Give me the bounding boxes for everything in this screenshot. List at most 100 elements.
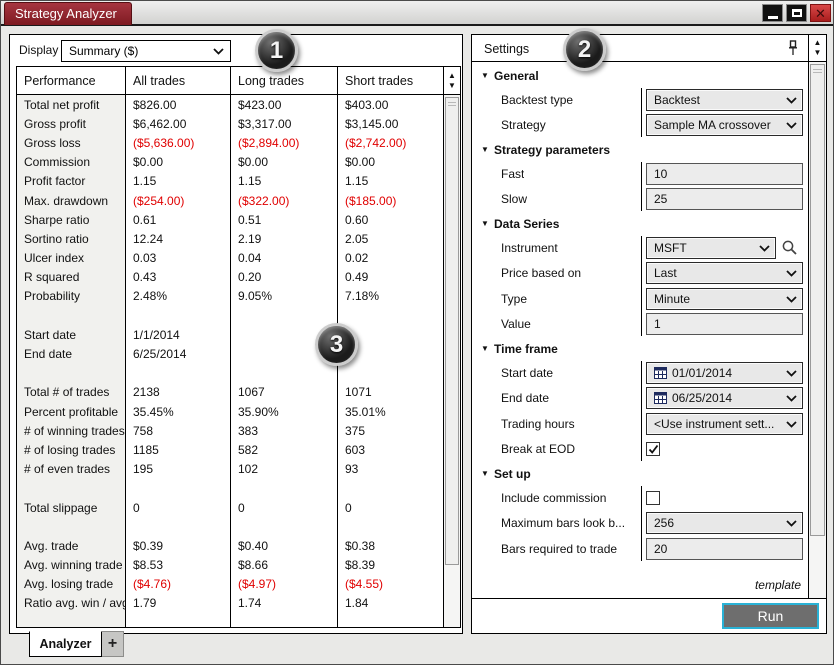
row-label: Commission <box>17 155 126 169</box>
add-tab-button[interactable]: + <box>102 631 124 657</box>
table-row-ulcer-index[interactable]: Ulcer index0.030.040.02 <box>17 249 443 268</box>
settings-scrollbar[interactable]: ▲▼ <box>808 35 826 598</box>
settings-title: Settings <box>484 42 529 56</box>
instrument-dropdown[interactable]: MSFT <box>646 237 776 259</box>
table-row-gross-profit[interactable]: Gross profit$6,462.00$3,317.00$3,145.00 <box>17 114 443 133</box>
section-header-data-series[interactable]: ▼Data Series <box>472 212 808 235</box>
table-row-commission[interactable]: Commission$0.00$0.00$0.00 <box>17 153 443 172</box>
minimize-button[interactable] <box>762 4 783 22</box>
setting-control: MSFT <box>646 237 804 259</box>
table-row-of-losing-trades[interactable]: # of losing trades1185582603 <box>17 440 443 459</box>
scroll-down-icon[interactable]: ▼ <box>448 81 456 91</box>
row-value: 0 <box>126 501 231 515</box>
template-link[interactable]: template <box>755 578 801 592</box>
dropdown-value: 256 <box>654 516 674 530</box>
dropdown-value: 06/25/2014 <box>672 391 732 405</box>
row-value: 0.49 <box>338 270 443 284</box>
table-row-avg-losing-trade[interactable]: Avg. losing trade($4.76)($4.97)($4.55) <box>17 575 443 594</box>
row-value: 2138 <box>126 385 231 399</box>
end-date-picker[interactable]: 06/25/2014 <box>646 387 803 409</box>
section-header-set-up[interactable]: ▼Set up <box>472 462 808 485</box>
price-based-on-dropdown[interactable]: Last <box>646 262 803 284</box>
table-row-sortino-ratio[interactable]: Sortino ratio12.242.192.05 <box>17 229 443 248</box>
display-dropdown[interactable]: Summary ($) <box>61 40 231 62</box>
break-at-eod-checkbox[interactable] <box>646 442 660 456</box>
table-row-start-date[interactable]: Start date1/1/2014 <box>17 325 443 344</box>
bars-required-to-trade-input[interactable] <box>646 538 803 560</box>
column-header-performance[interactable]: Performance <box>17 67 126 94</box>
table-row-total-net-profit[interactable]: Total net profit$826.00$423.00$403.00 <box>17 95 443 114</box>
row-value: ($4.55) <box>338 577 443 591</box>
table-row-gross-loss[interactable]: Gross loss($5,636.00)($2,894.00)($2,742.… <box>17 133 443 152</box>
row-value: ($4.76) <box>126 577 231 591</box>
table-row-profit-factor[interactable]: Profit factor1.151.151.15 <box>17 172 443 191</box>
setting-row-end-date: End date06/25/2014 <box>472 386 808 412</box>
table-scrollbar[interactable]: ▲▼ <box>443 67 460 627</box>
table-scrollbar-arrows[interactable]: ▲▼ <box>444 67 460 95</box>
scroll-up-icon[interactable]: ▲ <box>814 38 822 48</box>
tab-analyzer[interactable]: Analyzer <box>29 631 102 657</box>
section-header-general[interactable]: ▼General <box>472 64 808 87</box>
setting-label: Backtest type <box>501 93 573 107</box>
table-row-max-drawdown[interactable]: Max. drawdown($254.00)($322.00)($185.00) <box>17 191 443 210</box>
scroll-up-icon[interactable]: ▲ <box>448 71 456 81</box>
titlebar[interactable]: Strategy Analyzer ✕ <box>1 1 833 26</box>
fast-input[interactable] <box>646 163 803 185</box>
row-label: Avg. trade <box>17 539 126 553</box>
row-label: Max. drawdown <box>17 194 126 208</box>
settings-scrollbar-track[interactable] <box>809 62 826 598</box>
table-scrollbar-track[interactable] <box>444 95 460 627</box>
window-title: Strategy Analyzer <box>4 2 132 25</box>
row-value: 1.84 <box>338 596 443 610</box>
table-row-r-squared[interactable]: R squared0.430.200.49 <box>17 268 443 287</box>
trading-hours-dropdown[interactable]: <Use instrument sett... <box>646 413 803 435</box>
table-row-total-of-trades[interactable]: Total # of trades213810671071 <box>17 383 443 402</box>
row-label: Ratio avg. win / avg. loss <box>17 596 126 610</box>
section-header-time-frame[interactable]: ▼Time frame <box>472 337 808 360</box>
close-button[interactable]: ✕ <box>810 4 831 22</box>
performance-table-main: Performance All trades Long trades Short… <box>17 67 443 627</box>
section-header-strategy-parameters[interactable]: ▼Strategy parameters <box>472 138 808 161</box>
row-value: $403.00 <box>338 98 443 112</box>
slow-input[interactable] <box>646 188 803 210</box>
tabs-row: Analyzer + <box>1 632 461 664</box>
row-value: 1.15 <box>338 174 443 188</box>
scroll-down-icon[interactable]: ▼ <box>814 48 822 58</box>
maximum-bars-look-b-dropdown[interactable]: 256 <box>646 512 803 534</box>
settings-scrollbar-thumb[interactable] <box>810 64 825 536</box>
row-value: 0.43 <box>126 270 231 284</box>
row-value: ($5,636.00) <box>126 136 231 150</box>
table-row-end-date[interactable]: End date6/25/2014 <box>17 344 443 363</box>
start-date-picker[interactable]: 01/01/2014 <box>646 362 803 384</box>
table-row-of-winning-trades[interactable]: # of winning trades758383375 <box>17 421 443 440</box>
row-label: Total # of trades <box>17 385 126 399</box>
value-input[interactable] <box>646 313 803 335</box>
settings-scrollbar-arrows[interactable]: ▲▼ <box>809 35 826 62</box>
setting-control: Sample MA crossover <box>646 114 804 136</box>
column-header-all-trades[interactable]: All trades <box>126 67 231 94</box>
search-icon[interactable] <box>781 239 798 256</box>
type-dropdown[interactable]: Minute <box>646 288 803 310</box>
chevron-down-icon <box>786 520 797 527</box>
table-row-avg-winning-trade[interactable]: Avg. winning trade$8.53$8.66$8.39 <box>17 556 443 575</box>
column-header-short-trades[interactable]: Short trades <box>338 67 443 94</box>
column-header-long-trades[interactable]: Long trades <box>231 67 338 94</box>
table-row-percent-profitable[interactable]: Percent profitable35.45%35.90%35.01% <box>17 402 443 421</box>
table-row-total-slippage[interactable]: Total slippage000 <box>17 498 443 517</box>
table-scrollbar-thumb[interactable] <box>445 97 459 565</box>
table-row-avg-trade[interactable]: Avg. trade$0.39$0.40$0.38 <box>17 536 443 555</box>
table-row-of-even-trades[interactable]: # of even trades19510293 <box>17 460 443 479</box>
pin-icon[interactable] <box>788 40 798 61</box>
table-row-probability[interactable]: Probability2.48%9.05%7.18% <box>17 287 443 306</box>
row-value: 1.79 <box>126 596 231 610</box>
run-button[interactable]: Run <box>722 603 819 629</box>
table-row-sharpe-ratio[interactable]: Sharpe ratio0.610.510.60 <box>17 210 443 229</box>
table-row-ratio-avg-win-avg-loss[interactable]: Ratio avg. win / avg. loss1.791.741.84 <box>17 594 443 613</box>
include-commission-checkbox[interactable] <box>646 491 660 505</box>
maximize-button[interactable] <box>786 4 807 22</box>
strategy-dropdown[interactable]: Sample MA crossover <box>646 114 803 136</box>
row-value: 0.04 <box>231 251 338 265</box>
backtest-type-dropdown[interactable]: Backtest <box>646 89 803 111</box>
window-controls: ✕ <box>762 4 831 22</box>
setting-row-slow: Slow <box>472 187 808 213</box>
